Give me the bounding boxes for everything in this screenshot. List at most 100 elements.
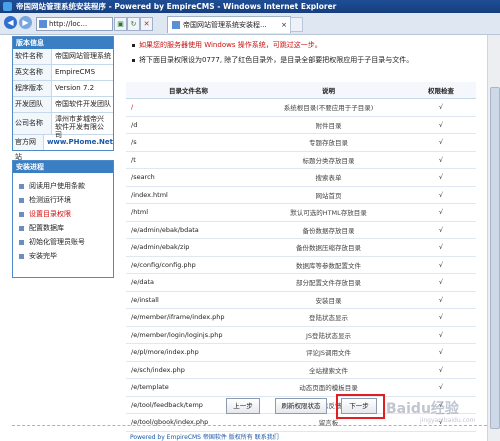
permission-check: √ [406, 168, 476, 187]
dir-description: 默认可选的HTML存放目录 [251, 203, 406, 222]
column-header: 权限检查 [406, 82, 476, 99]
table-row: /e/config/config.php 数据库等参数配置文件 √ [126, 256, 476, 274]
dir-description: 数据库等参数配置文件 [251, 256, 406, 274]
dir-path: /d [126, 116, 251, 134]
permission-check: √ [406, 256, 476, 274]
back-arrow-icon[interactable]: ◀ [4, 16, 17, 29]
permission-check: √ [406, 98, 476, 117]
dir-path: /e/member/iframe/index.php [126, 308, 251, 327]
page-icon [39, 20, 47, 28]
dir-description: 安装目录 [251, 291, 406, 309]
tab-page-icon [172, 21, 180, 29]
prev-step-button[interactable]: 上一步 [226, 398, 260, 414]
info-row: 开发团队 帝国软件开发团队 [13, 97, 113, 113]
dir-path: /s [126, 133, 251, 152]
version-info-panel: 版本信息 软件名称 帝国网站管理系统 英文名称 EmpireCMS 程序版本 Vers… [12, 36, 114, 161]
step-item: 阅读用户使用条款 [13, 179, 113, 193]
vertical-scrollbar[interactable] [487, 35, 500, 441]
bullet-icon [19, 198, 24, 203]
step-item-active: 设置目录权限 [13, 207, 113, 221]
permission-check: √ [406, 291, 476, 309]
dir-description: 附件目录 [251, 116, 406, 134]
permission-check: √ [406, 133, 476, 152]
dir-path: /t [126, 151, 251, 169]
table-row: /s 专题存放目录 √ [126, 133, 476, 152]
permission-check: √ [406, 326, 476, 344]
dir-path: /e/pl/more/index.php [126, 343, 251, 362]
step-item: 安装完毕 [13, 249, 113, 263]
permission-check: √ [406, 361, 476, 379]
permission-check: √ [406, 378, 476, 397]
dir-description: 全站搜索文件 [251, 361, 406, 379]
table-row: /e/member/iframe/index.php 登陆状态显示 √ [126, 308, 476, 327]
dir-description: 专题存放目录 [251, 133, 406, 152]
address-text: http://loc... [49, 20, 88, 28]
permission-check: √ [406, 203, 476, 222]
compat-view-icon[interactable]: ▣ [114, 17, 127, 31]
table-row: /e/sch/index.php 全站搜索文件 √ [126, 361, 476, 379]
bullet-icon [19, 240, 24, 245]
permission-check: √ [406, 273, 476, 292]
table-row: /e/admin/ebak/bdata 备份数据存放目录 √ [126, 221, 476, 239]
step-item: 配置数据库 [13, 221, 113, 235]
dir-path: /e/admin/ebak/zip [126, 238, 251, 257]
dir-description: 网站首页 [251, 186, 406, 204]
bullet-icon [19, 184, 24, 189]
stop-icon[interactable]: ✕ [140, 17, 153, 31]
table-row: /d 附件目录 √ [126, 116, 476, 134]
window-titlebar: 帝国网站管理系统安装程序 - Powered by EmpireCMS - Wi… [0, 0, 500, 13]
table-header-row: 目录文件名称 说明 权限检查 [126, 82, 476, 99]
note-permission: 将下面目录权限设为0777, 除了红色目录外，是目录全部要把权限应用于子目录与文… [132, 54, 413, 66]
new-tab-button[interactable] [290, 17, 303, 32]
table-row: /html 默认可选的HTML存放目录 √ [126, 203, 476, 222]
watermark-sub: jingyan.baidu.com [420, 417, 476, 424]
permission-check: √ [406, 116, 476, 134]
dir-path: / [126, 98, 251, 117]
info-row: 官方网站 www.PHome.Net [13, 135, 113, 161]
note-windows: 如果您的服务器使用 Windows 操作系统，可跳过这一步。 [132, 39, 322, 51]
bullet-icon [19, 254, 24, 259]
window-title: 帝国网站管理系统安装程序 - Powered by EmpireCMS - Wi… [16, 2, 337, 11]
info-row: 程序版本 Version 7.2 [13, 81, 113, 97]
footer-divider [12, 425, 487, 426]
dir-path: /e/template [126, 378, 251, 397]
dir-path: /e/admin/ebak/bdata [126, 221, 251, 239]
address-bar[interactable]: http://loc... [36, 17, 113, 31]
table-row: /t 标题分类存放目录 √ [126, 151, 476, 169]
info-row: 软件名称 帝国网站管理系统 [13, 49, 113, 65]
table-row: /e/member/login/loginjs.php JS登陆状态显示 √ [126, 326, 476, 344]
dir-path: /index.html [126, 186, 251, 204]
permission-check: √ [406, 238, 476, 257]
dir-path: /e/install [126, 291, 251, 309]
dir-path: /e/sch/index.php [126, 361, 251, 379]
scrollbar-thumb[interactable] [490, 87, 500, 429]
official-site-link[interactable]: www.PHome.Net [44, 135, 113, 150]
permission-table: 目录文件名称 说明 权限检查 / 系统根目录(不要应用于子目录) √/d 附件目录 √ /… [126, 82, 476, 432]
dir-description: 搜索表单 [251, 168, 406, 187]
dir-path: /html [126, 203, 251, 222]
ie-app-icon [3, 2, 12, 11]
dir-description: 标题分类存放目录 [251, 151, 406, 169]
permission-check: √ [406, 343, 476, 362]
bullet-icon [19, 212, 24, 217]
tab-close-icon[interactable]: × [281, 17, 287, 33]
install-progress-panel: 安装进程 阅读用户使用条款 检测运行环境 设置目录权限 配置数据库 初始化管理员… [12, 160, 114, 278]
info-row: 英文名称 EmpireCMS [13, 65, 113, 81]
tab-title: 帝国网站管理系统安装程... [183, 21, 267, 29]
dir-path: /e/member/login/loginjs.php [126, 326, 251, 344]
dir-description: JS登陆状态显示 [251, 326, 406, 344]
refresh-icon[interactable]: ↻ [127, 17, 140, 31]
forward-arrow-icon[interactable]: ▶ [19, 16, 32, 29]
bullet-icon [132, 43, 135, 47]
table-row: / 系统根目录(不要应用于子目录) √ [126, 98, 476, 117]
table-row: /index.html 网站首页 √ [126, 186, 476, 204]
browser-tab[interactable]: 帝国网站管理系统安装程... × [167, 16, 291, 33]
dir-description: 系统根目录(不要应用于子目录) [251, 98, 406, 117]
table-row: /e/pl/more/index.php 评论JS调用文件 √ [126, 343, 476, 362]
dir-path: /e/tool/gbook/index.php [126, 413, 251, 432]
refresh-permission-button[interactable]: 刷新权限状态 [275, 398, 327, 414]
watermark: Baidu经验 [386, 401, 459, 417]
browser-toolbar: ◀ ▶ http://loc... ▣ ↻ ✕ 帝国网站管理系统安装程... × [0, 13, 500, 35]
highlight-box [336, 394, 385, 419]
table-row: /e/admin/ebak/zip 备份数据压缩存放目录 √ [126, 238, 476, 257]
